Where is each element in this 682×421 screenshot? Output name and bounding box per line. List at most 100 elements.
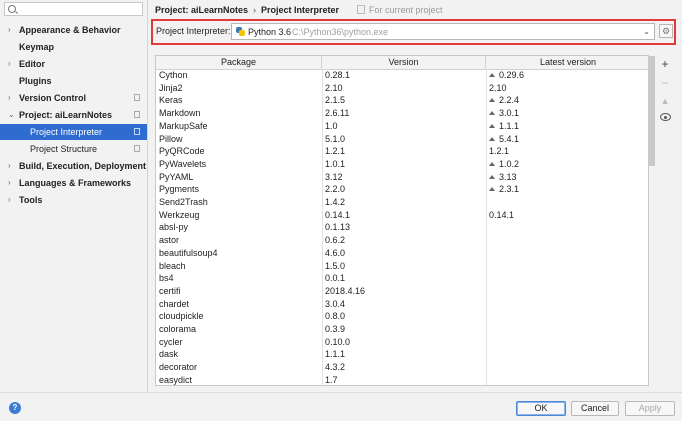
cancel-button[interactable]: Cancel	[571, 401, 619, 416]
version-cell: 0.10.0	[325, 336, 350, 349]
package-name-cell-text: Markdown	[159, 108, 201, 119]
chevron-down-icon[interactable]: ⌄	[643, 26, 650, 38]
sidebar-item[interactable]: › Languages & Frameworks	[0, 175, 147, 191]
package-name-cell: PyYAML	[159, 171, 193, 184]
table-row[interactable]: decorator 4.3.2	[156, 361, 648, 374]
sidebar-item[interactable]: ⌄ Project: aiLearnNotes	[0, 107, 147, 123]
sidebar-item[interactable]: Project Interpreter	[0, 124, 147, 140]
remove-package-button[interactable]: −	[658, 76, 672, 90]
apply-button[interactable]: Apply	[625, 401, 675, 416]
version-cell-text: 1.0.1	[325, 158, 346, 169]
help-button[interactable]: ?	[9, 402, 21, 414]
sidebar-item[interactable]: Project Structure	[0, 141, 147, 157]
table-row[interactable]: Jinja2 2.10 2.10	[156, 82, 648, 95]
package-name-cell-text: PyYAML	[159, 171, 194, 182]
table-row[interactable]: PyQRCode 1.2.1 1.2.1	[156, 145, 648, 158]
version-cell: 1.0.1	[325, 158, 345, 171]
latest-version-cell-text: 5.4.1	[499, 133, 520, 144]
sidebar-item[interactable]: Keymap	[0, 39, 147, 55]
version-cell-text: 2.10	[325, 82, 343, 93]
interpreter-label: Project Interpreter:	[156, 26, 231, 36]
table-row[interactable]: absl-py 0.1.13	[156, 221, 648, 234]
upgrade-arrow-icon	[489, 98, 495, 103]
latest-version-cell: 2.2.4	[489, 94, 519, 107]
version-cell: 0.1.13	[325, 221, 350, 234]
sidebar-item[interactable]: › Version Control	[0, 90, 147, 106]
table-row[interactable]: Werkzeug 0.14.1 0.14.1	[156, 209, 648, 222]
table-row[interactable]: MarkupSafe 1.0 1.1.1	[156, 120, 648, 133]
upgrade-package-button[interactable]: ▲	[658, 94, 672, 108]
for-current-project-label: For current project	[369, 5, 443, 15]
latest-version-cell: 1.1.1	[489, 120, 519, 133]
eye-icon[interactable]	[660, 113, 671, 121]
table-row[interactable]: PyYAML 3.12 3.13	[156, 171, 648, 184]
latest-version-cell: 2.10	[489, 82, 507, 95]
sidebar-item[interactable]: › Editor	[0, 56, 147, 72]
sidebar-item[interactable]: › Appearance & Behavior	[0, 22, 147, 38]
interpreter-settings-button[interactable]: ⚙	[659, 24, 673, 38]
version-cell: 3.0.4	[325, 298, 345, 311]
table-row[interactable]: easydict 1.7	[156, 374, 648, 385]
table-row[interactable]: Cython 0.28.1 0.29.6	[156, 69, 648, 82]
table-row[interactable]: Send2Trash 1.4.2	[156, 196, 648, 209]
column-header-version[interactable]: Version	[322, 56, 486, 69]
sidebar-item[interactable]: Plugins	[0, 73, 147, 89]
table-row[interactable]: Keras 2.1.5 2.2.4	[156, 94, 648, 107]
table-row[interactable]: dask 1.1.1	[156, 348, 648, 361]
chevron-right-icon[interactable]: ›	[8, 158, 11, 174]
package-name-cell-text: dask	[159, 349, 179, 360]
interpreter-path: C:\Python36\python.exe	[292, 27, 389, 37]
package-name-cell-text: absl-py	[159, 222, 189, 233]
package-name-cell-text: certifi	[159, 285, 181, 296]
settings-search-input[interactable]	[4, 2, 143, 16]
upgrade-arrow-icon	[489, 174, 495, 179]
chevron-right-icon[interactable]: ›	[8, 192, 11, 208]
package-name-cell: astor	[159, 234, 179, 247]
table-row[interactable]: bs4 0.0.1	[156, 272, 648, 285]
breadcrumb-page: Project Interpreter	[261, 5, 340, 15]
version-cell-text: 0.1.13	[325, 222, 351, 233]
table-row[interactable]: cloudpickle 0.8.0	[156, 310, 648, 323]
chevron-right-icon[interactable]: ›	[8, 175, 11, 191]
breadcrumb-separator: ›	[253, 5, 257, 15]
chevron-right-icon[interactable]: ›	[8, 56, 11, 72]
latest-version-cell-text: 2.10	[489, 82, 507, 93]
table-row[interactable]: PyWavelets 1.0.1 1.0.2	[156, 158, 648, 171]
table-row[interactable]: colorama 0.3.9	[156, 323, 648, 336]
ok-button[interactable]: OK	[516, 401, 566, 416]
version-cell: 0.0.1	[325, 272, 345, 285]
interpreter-select[interactable]: Python 3.6 C:\Python36\python.exe ⌄	[231, 23, 655, 40]
column-header-latest-version[interactable]: Latest version	[486, 56, 648, 69]
sidebar-item[interactable]: › Build, Execution, Deployment	[0, 158, 147, 174]
latest-version-cell-text: 3.13	[499, 171, 517, 182]
package-name-cell-text: beautifulsoup4	[159, 247, 218, 258]
table-row[interactable]: astor 0.6.2	[156, 234, 648, 247]
python-icon	[236, 27, 245, 36]
table-row[interactable]: chardet 3.0.4	[156, 298, 648, 311]
version-cell-text: 1.4.2	[325, 197, 346, 207]
table-row[interactable]: bleach 1.5.0	[156, 260, 648, 273]
package-name-cell-text: Pygments	[159, 184, 200, 195]
table-row[interactable]: beautifulsoup4 4.6.0	[156, 247, 648, 260]
package-name-cell-text: astor	[159, 235, 180, 246]
packages-scrollbar[interactable]	[649, 56, 655, 166]
table-row[interactable]: certifi 2018.4.16	[156, 285, 648, 298]
version-cell-text: 2018.4.16	[325, 285, 366, 296]
column-header-package[interactable]: Package	[156, 56, 322, 69]
chevron-right-icon[interactable]: ›	[8, 90, 11, 106]
package-name-cell: Send2Trash	[159, 196, 208, 209]
table-row[interactable]: Pygments 2.2.0 2.3.1	[156, 183, 648, 196]
chevron-right-icon[interactable]: ›	[8, 22, 11, 38]
table-row[interactable]: Pillow 5.1.0 5.4.1	[156, 133, 648, 146]
table-row[interactable]: Markdown 2.6.11 3.0.1	[156, 107, 648, 120]
package-name-cell: bleach	[159, 260, 186, 273]
sidebar-item[interactable]: › Tools	[0, 192, 147, 208]
package-name-cell-text: bs4	[159, 273, 174, 284]
table-row[interactable]: cycler 0.10.0	[156, 336, 648, 349]
add-package-button[interactable]: +	[658, 57, 672, 71]
version-cell: 3.12	[325, 171, 343, 184]
chevron-down-icon[interactable]: ⌄	[8, 107, 15, 123]
version-cell-text: 1.1.1	[325, 349, 346, 360]
search-icon	[8, 5, 16, 13]
version-cell: 0.6.2	[325, 234, 345, 247]
